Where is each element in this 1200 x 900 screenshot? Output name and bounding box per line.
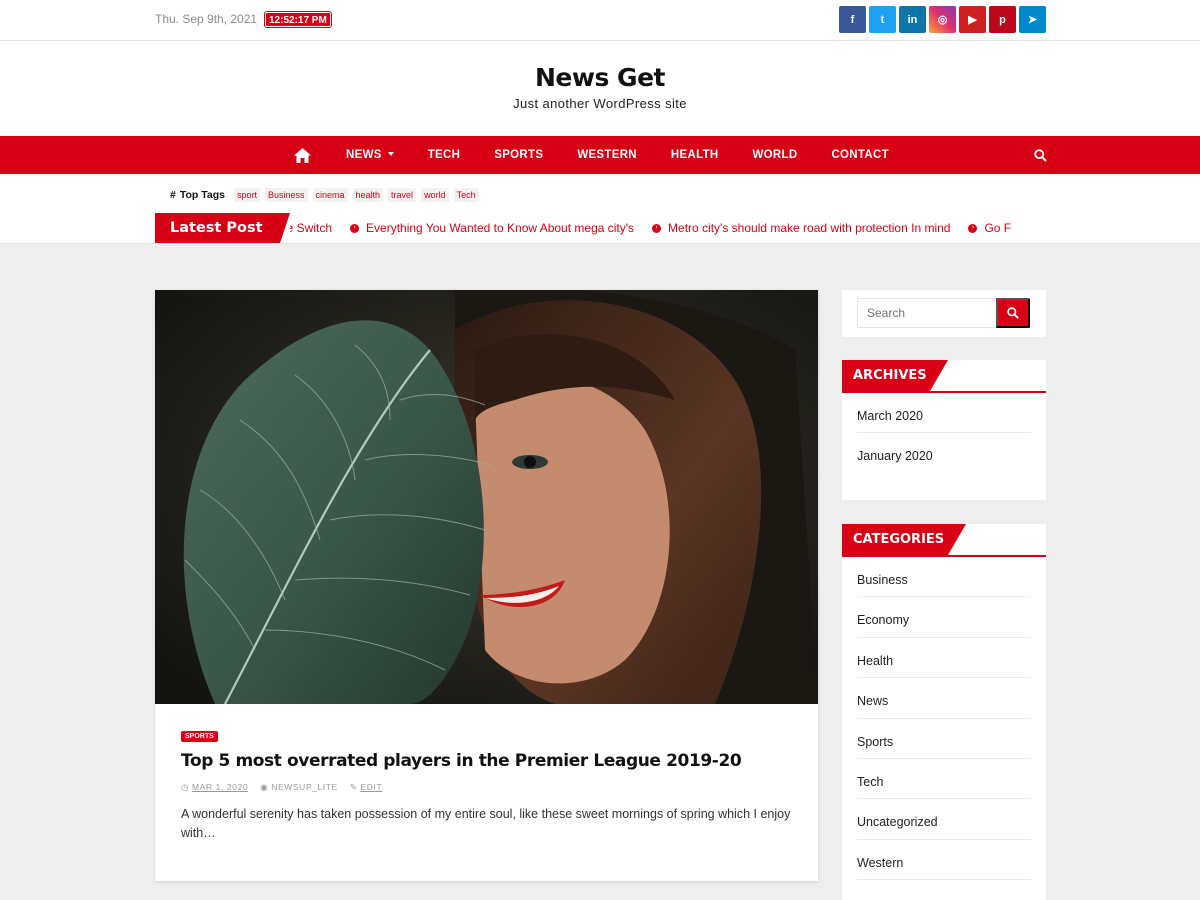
search-icon <box>1007 307 1019 319</box>
social-links: f t in ◎ ▶ p ➤ <box>839 6 1046 33</box>
list-item[interactable]: News <box>857 678 1031 719</box>
list-item[interactable]: Tech <box>857 759 1031 800</box>
list-item[interactable]: Health <box>857 638 1031 679</box>
telegram-icon[interactable]: ➤ <box>1019 6 1046 33</box>
archives-widget: ARCHIVES March 2020 January 2020 <box>842 360 1046 500</box>
pinterest-icon[interactable]: p <box>989 6 1016 33</box>
home-icon[interactable] <box>294 136 329 174</box>
latest-post-ticker: he Switch › Everything You Wanted to Know… <box>290 213 1047 243</box>
nav-item-tech[interactable]: TECH <box>411 136 478 174</box>
post-date[interactable]: ◷ MAR 1, 2020 <box>181 782 248 793</box>
site-branding: News Get Just another WordPress site <box>0 41 1200 136</box>
ticker-item[interactable]: › Everything You Wanted to Know About meg… <box>350 213 634 243</box>
nav-item-contact[interactable]: CONTACT <box>814 136 905 174</box>
top-tags-heading: # Top Tags <box>170 189 225 201</box>
nav-item-news[interactable]: NEWS <box>329 136 411 174</box>
edit-icon: ✎ <box>349 782 358 792</box>
search-input[interactable] <box>857 298 997 328</box>
post-image[interactable] <box>155 290 818 704</box>
current-date: Thu. Sep 9th, 2021 <box>155 12 258 26</box>
tag-cinema[interactable]: cinema <box>312 188 348 202</box>
edit-link[interactable]: ✎ EDIT <box>350 782 382 793</box>
latest-post-label: Latest Post <box>155 213 280 243</box>
widget-title: ARCHIVES <box>842 360 930 391</box>
ticker-item[interactable]: he Switch <box>290 213 332 243</box>
category-badge[interactable]: SPORTS <box>181 731 218 742</box>
nav-item-health[interactable]: HEALTH <box>654 136 736 174</box>
tag-business[interactable]: Business <box>264 188 308 202</box>
current-time: 12:52:17 PM <box>265 12 331 27</box>
heading-arrow <box>948 524 966 555</box>
post-meta: ◷ MAR 1, 2020 ◉ NEWSUP_LITE ✎ EDIT <box>181 782 792 793</box>
tag-travel[interactable]: travel <box>388 188 417 202</box>
list-item[interactable]: Economy <box>857 597 1031 638</box>
post-excerpt: A wonderful serenity has taken possessio… <box>181 807 791 840</box>
categories-list: Business Economy Health News Sports Tech… <box>842 557 1046 881</box>
nav-item-sports[interactable]: SPORTS <box>477 136 560 174</box>
hashtag-icon: # <box>170 189 176 201</box>
instagram-icon[interactable]: ◎ <box>929 6 956 33</box>
ticker-item[interactable]: › Metro city's should make road with prot… <box>652 213 950 243</box>
list-item[interactable]: Sports <box>857 719 1031 759</box>
chevron-down-icon <box>387 152 394 156</box>
latest-post-arrow <box>280 213 290 243</box>
archives-list: March 2020 January 2020 <box>842 393 1046 474</box>
ticker-item-label: Everything You Wanted to Know About mega… <box>366 221 635 235</box>
featured-post: SPORTS Top 5 most overrated players in t… <box>155 290 818 881</box>
widget-title: CATEGORIES <box>842 524 948 555</box>
edit-link-label: EDIT <box>360 782 383 792</box>
categories-heading: CATEGORIES <box>842 524 1046 557</box>
clock-icon: ◷ <box>181 782 190 792</box>
ticker-item-label: Metro city's should make road with prote… <box>668 221 951 235</box>
user-icon: ◉ <box>260 782 269 792</box>
post-date-label: MAR 1, 2020 <box>192 782 249 792</box>
main-navigation: NEWS TECH SPORTS WESTERN HEALTH WORLD CO… <box>0 136 1200 174</box>
archives-heading: ARCHIVES <box>842 360 1046 393</box>
post-author-label: NEWSUP_LITE <box>271 782 338 792</box>
post-title[interactable]: Top 5 most overrated players in the Prem… <box>181 751 792 771</box>
list-item[interactable]: January 2020 <box>857 433 1031 473</box>
linkedin-icon[interactable]: in <box>899 6 926 33</box>
list-item[interactable]: Business <box>857 557 1031 598</box>
tag-health[interactable]: health <box>352 188 384 202</box>
top-tags-label: Top Tags <box>179 189 225 201</box>
sub-header: # Top Tags sport Business cinema health … <box>0 174 1200 244</box>
post-author[interactable]: ◉ NEWSUP_LITE <box>260 782 338 793</box>
nav-item-label: NEWS <box>346 149 382 161</box>
site-description: Just another WordPress site <box>513 96 687 111</box>
nav-item-western[interactable]: WESTERN <box>560 136 654 174</box>
top-bar: Thu. Sep 9th, 2021 12:52:17 PM f t in ◎ … <box>0 0 1200 41</box>
categories-widget: CATEGORIES Business Economy Health News … <box>842 524 1046 900</box>
search-widget <box>842 290 1046 337</box>
site-title[interactable]: News Get <box>0 63 1200 92</box>
nav-item-world[interactable]: WORLD <box>736 136 815 174</box>
top-tags: # Top Tags sport Business cinema health … <box>170 188 479 202</box>
arrow-circle-icon: › <box>968 223 978 233</box>
arrow-circle-icon: › <box>350 223 360 233</box>
tag-tech[interactable]: Tech <box>453 188 479 202</box>
search-icon[interactable] <box>1034 149 1047 167</box>
youtube-icon[interactable]: ▶ <box>959 6 986 33</box>
tag-world[interactable]: world <box>421 188 449 202</box>
ticker-item-label: Go F <box>984 221 1012 235</box>
twitter-icon[interactable]: t <box>869 6 896 33</box>
arrow-circle-icon: › <box>652 223 662 233</box>
list-item[interactable]: Western <box>857 840 1031 881</box>
list-item[interactable]: Uncategorized <box>857 799 1031 840</box>
search-button[interactable] <box>996 298 1030 328</box>
list-item[interactable]: March 2020 <box>857 393 1031 434</box>
ticker-item[interactable]: › Go F <box>968 213 1011 243</box>
tag-sport[interactable]: sport <box>233 188 260 202</box>
ticker-item-label: he Switch <box>290 221 333 235</box>
facebook-icon[interactable]: f <box>839 6 866 33</box>
heading-arrow <box>930 360 948 391</box>
